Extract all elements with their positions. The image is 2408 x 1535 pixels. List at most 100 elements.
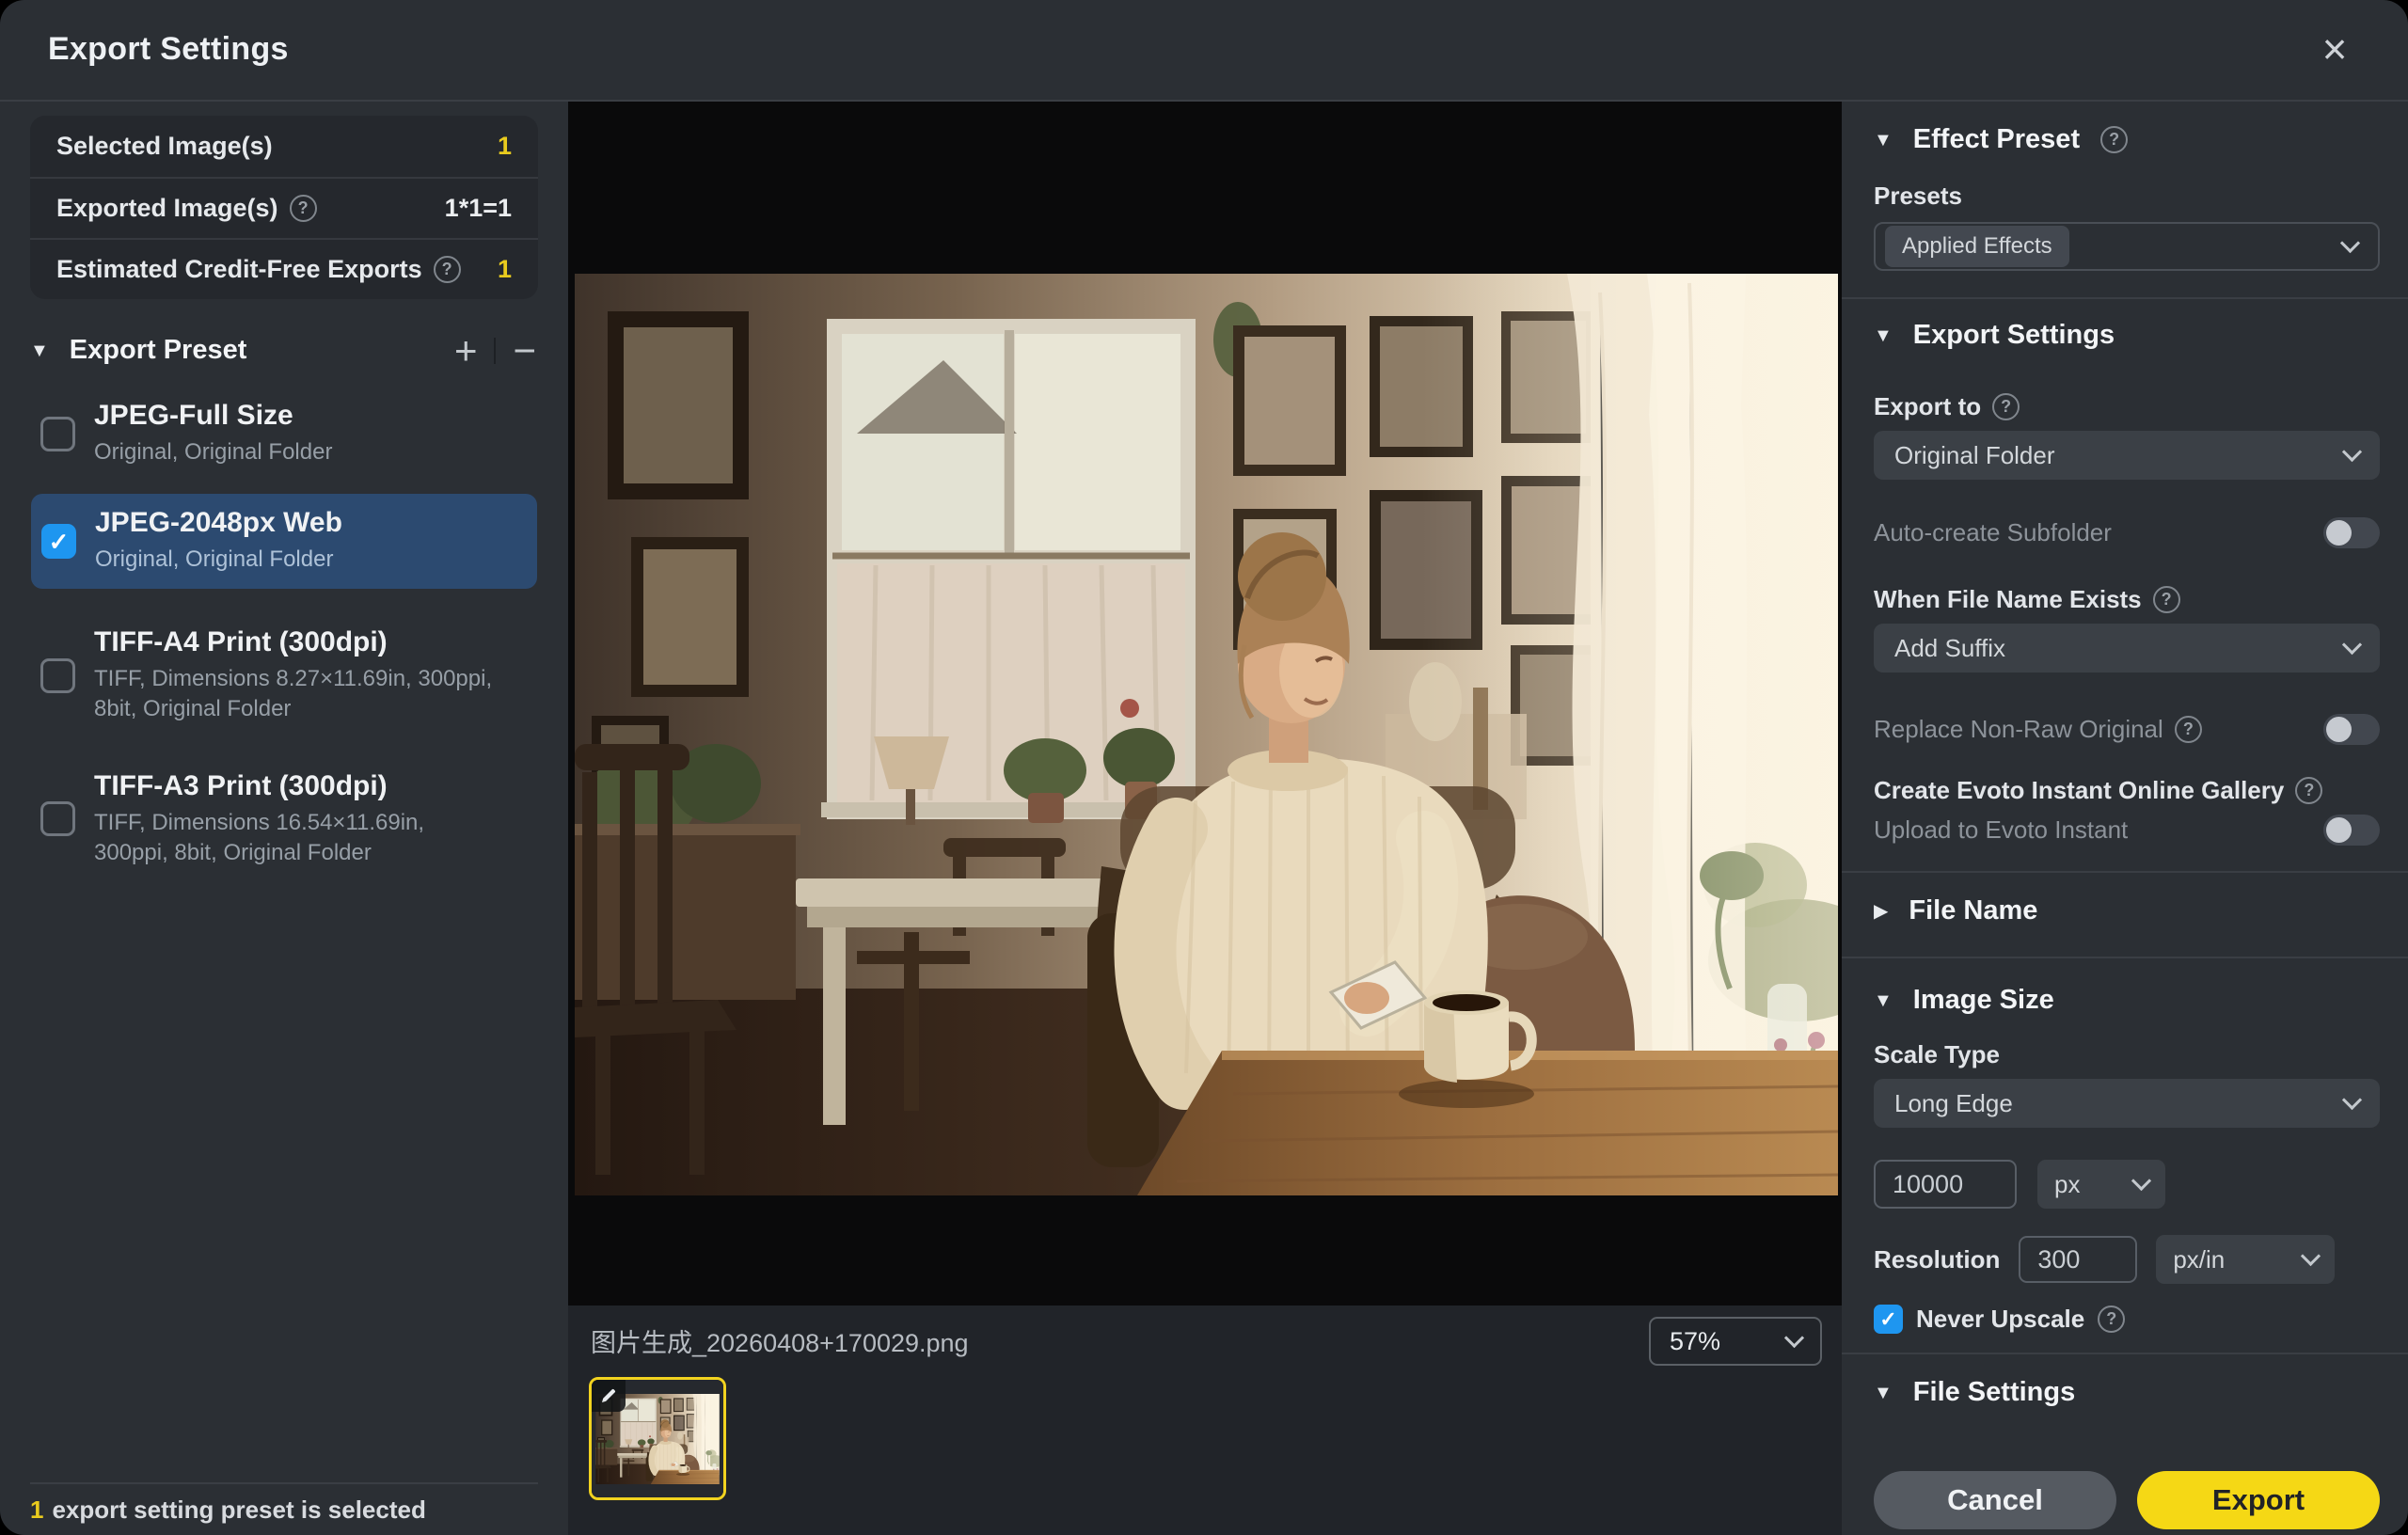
label-text: When File Name Exists: [1874, 585, 2142, 614]
section-title: Image Size: [1913, 985, 2054, 1016]
preset-desc: TIFF, Dimensions 16.54×11.69in, 300ppi, …: [94, 808, 499, 869]
preset-item-jpeg-full-size[interactable]: JPEG-Full Size Original, Original Folder: [30, 387, 538, 481]
caret-right-icon: ▶: [1874, 902, 1888, 921]
selected-count: 1: [30, 1495, 43, 1525]
preset-desc: Original, Original Folder: [95, 545, 342, 575]
status-text: export setting preset is selected: [52, 1495, 425, 1525]
label-text: Export to: [1874, 392, 1981, 421]
long-edge-input[interactable]: [1874, 1160, 2017, 1209]
chevron-down-icon: [2342, 1089, 2362, 1109]
resolution-row: Resolution px/in: [1874, 1235, 2380, 1284]
preset-checkbox[interactable]: [40, 801, 75, 836]
scale-type-value: Long Edge: [1894, 1089, 2013, 1118]
page-title: Export Settings: [48, 31, 289, 68]
resolution-unit-dropdown[interactable]: px/in: [2156, 1235, 2335, 1284]
summary-value: 1: [498, 255, 512, 284]
help-icon[interactable]: ?: [434, 256, 461, 283]
export-button[interactable]: Export: [2137, 1471, 2380, 1529]
caret-down-icon: ▼: [1874, 1384, 1893, 1402]
left-panel: Selected Image(s) 1 Exported Image(s) ? …: [0, 102, 568, 1535]
preset-item-tiff-a4-print[interactable]: TIFF-A4 Print (300dpi) TIFF, Dimensions …: [30, 613, 538, 738]
chevron-down-icon: [2131, 1170, 2151, 1190]
section-title: File Settings: [1913, 1377, 2075, 1408]
replace-non-raw-toggle[interactable]: [2323, 714, 2380, 745]
divider: [1842, 871, 2408, 873]
preset-name: JPEG-Full Size: [94, 400, 332, 432]
right-panel: ▼ Effect Preset ? Presets Applied Effect…: [1842, 102, 2408, 1535]
help-icon[interactable]: ?: [2175, 716, 2202, 743]
upload-evoto-instant-label: Upload to Evoto Instant: [1874, 815, 2128, 845]
upload-evoto-instant-toggle[interactable]: [2323, 815, 2380, 846]
effect-preset-section-header[interactable]: ▼ Effect Preset ?: [1874, 124, 2380, 155]
label-text: Create Evoto Instant Online Gallery: [1874, 776, 2284, 805]
zoom-level-dropdown[interactable]: 57%: [1649, 1317, 1822, 1366]
chevron-down-icon: [2342, 441, 2362, 461]
preset-desc: Original, Original Folder: [94, 437, 332, 467]
remove-preset-button[interactable]: −: [513, 331, 536, 371]
image-size-section-header[interactable]: ▼ Image Size: [1874, 985, 2380, 1016]
preset-checkbox[interactable]: ✓: [41, 524, 76, 559]
pencil-icon: [599, 1386, 618, 1405]
chevron-down-icon: [2342, 634, 2362, 654]
section-title: Export Preset: [70, 335, 247, 366]
help-icon[interactable]: ?: [290, 195, 317, 222]
never-upscale-label: Never Upscale: [1916, 1305, 2084, 1334]
resolution-input[interactable]: [2019, 1236, 2137, 1283]
export-summary-card: Selected Image(s) 1 Exported Image(s) ? …: [30, 116, 538, 299]
never-upscale-checkbox[interactable]: ✓: [1874, 1305, 1903, 1334]
long-edge-unit-dropdown[interactable]: px: [2037, 1160, 2165, 1209]
section-title: File Name: [1909, 895, 2037, 926]
help-icon[interactable]: ?: [2100, 126, 2128, 153]
preview-canvas: [568, 102, 1842, 1306]
preset-item-tiff-a3-print[interactable]: TIFF-A3 Print (300dpi) TIFF, Dimensions …: [30, 757, 538, 882]
divider: [1842, 297, 2408, 299]
export-settings-section-header[interactable]: ▼ Export Settings: [1874, 320, 2380, 351]
chevron-down-icon: [2301, 1245, 2321, 1265]
scale-type-label: Scale Type: [1874, 1040, 2380, 1069]
help-icon[interactable]: ?: [1992, 393, 2020, 420]
summary-row-selected: Selected Image(s) 1: [30, 116, 538, 177]
file-name-section-header[interactable]: ▶ File Name: [1874, 895, 2380, 926]
filmstrip-bar: 图片生成_20260408+170029.png 57%: [568, 1306, 1842, 1535]
help-icon[interactable]: ?: [2153, 586, 2180, 613]
applied-effects-dropdown[interactable]: Applied Effects: [1874, 222, 2380, 271]
preset-checkbox[interactable]: [40, 417, 75, 451]
preview-photo: [575, 274, 1838, 1195]
help-icon[interactable]: ?: [2098, 1306, 2125, 1333]
export-to-value: Original Folder: [1894, 441, 2055, 470]
image-filename: 图片生成_20260408+170029.png: [591, 1322, 969, 1359]
preview-area: 图片生成_20260408+170029.png 57%: [568, 102, 1842, 1535]
replace-non-raw-row: Replace Non-Raw Original ?: [1874, 712, 2380, 746]
auto-create-subfolder-label: Auto-create Subfolder: [1874, 518, 2112, 547]
export-preset-section-header[interactable]: ▼ Export Preset + −: [30, 335, 538, 366]
caret-down-icon: ▼: [1874, 326, 1893, 345]
export-settings-modal: Export Settings × Selected Image(s) 1 Ex…: [0, 0, 2408, 1535]
resolution-label: Resolution: [1874, 1245, 2000, 1274]
preset-checkbox[interactable]: [40, 658, 75, 693]
image-thumbnail[interactable]: [589, 1377, 726, 1500]
dialog: Export Settings × Selected Image(s) 1 Ex…: [0, 0, 2408, 1535]
chevron-down-icon: [1784, 1327, 1804, 1347]
scale-type-dropdown[interactable]: Long Edge: [1874, 1079, 2380, 1128]
preset-item-jpeg-2048px-web[interactable]: ✓ JPEG-2048px Web Original, Original Fol…: [31, 494, 537, 588]
preset-list: JPEG-Full Size Original, Original Folder…: [30, 387, 538, 881]
caret-down-icon: ▼: [1874, 991, 1893, 1010]
when-file-name-exists-dropdown[interactable]: Add Suffix: [1874, 624, 2380, 673]
auto-create-subfolder-toggle[interactable]: [2323, 517, 2380, 548]
help-icon[interactable]: ?: [2295, 777, 2322, 804]
close-icon[interactable]: ×: [2306, 21, 2363, 77]
long-edge-size-row: px: [1874, 1160, 2380, 1209]
summary-value: 1*1=1: [445, 194, 512, 223]
summary-label: Estimated Credit-Free Exports: [56, 255, 422, 284]
applied-effects-chip: Applied Effects: [1885, 226, 2069, 267]
file-settings-section-header[interactable]: ▼ File Settings: [1874, 1377, 2380, 1408]
unit-value: px: [2054, 1170, 2080, 1199]
check-icon: ✓: [49, 530, 70, 554]
auto-create-subfolder-row: Auto-create Subfolder: [1874, 515, 2380, 549]
export-to-label: Export to ?: [1874, 392, 2380, 421]
add-preset-button[interactable]: +: [454, 331, 478, 371]
export-to-dropdown[interactable]: Original Folder: [1874, 431, 2380, 480]
never-upscale-row: ✓ Never Upscale ?: [1874, 1305, 2380, 1334]
evoto-gallery-label: Create Evoto Instant Online Gallery ?: [1874, 776, 2380, 805]
cancel-button[interactable]: Cancel: [1874, 1471, 2116, 1529]
